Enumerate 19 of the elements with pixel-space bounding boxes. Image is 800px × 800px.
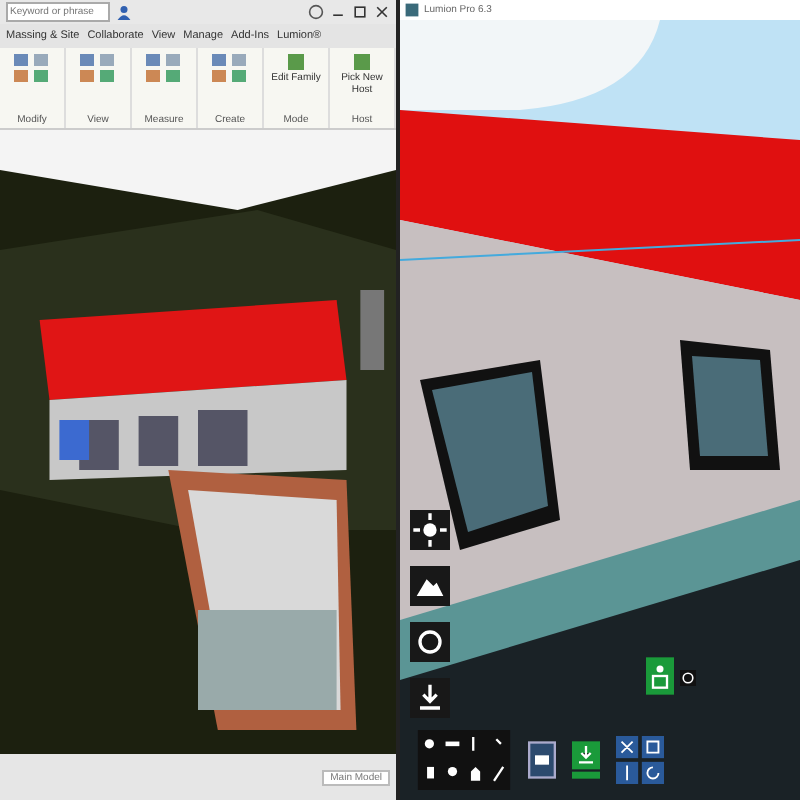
sun-icon[interactable] [410, 510, 450, 550]
family-icon [285, 52, 306, 72]
transform-tools-icon[interactable] [616, 736, 664, 784]
tool-icons[interactable] [12, 52, 52, 84]
mountain-icon[interactable] [410, 566, 450, 606]
close-icon[interactable] [374, 4, 390, 20]
move-object-icon[interactable] [646, 656, 674, 696]
restore-icon[interactable] [352, 4, 368, 20]
tool-icons[interactable] [210, 52, 250, 84]
tool-icons[interactable] [144, 52, 184, 84]
object-category-icons[interactable] [416, 730, 512, 790]
import-model-icon[interactable] [528, 740, 556, 780]
family-icon [352, 52, 372, 72]
help-icon[interactable] [308, 4, 324, 20]
user-icon[interactable] [116, 4, 132, 20]
import-icon[interactable] [410, 678, 450, 718]
place-object-icon[interactable] [572, 740, 600, 780]
tool-icons[interactable] [78, 52, 118, 84]
app-icon [404, 2, 420, 18]
